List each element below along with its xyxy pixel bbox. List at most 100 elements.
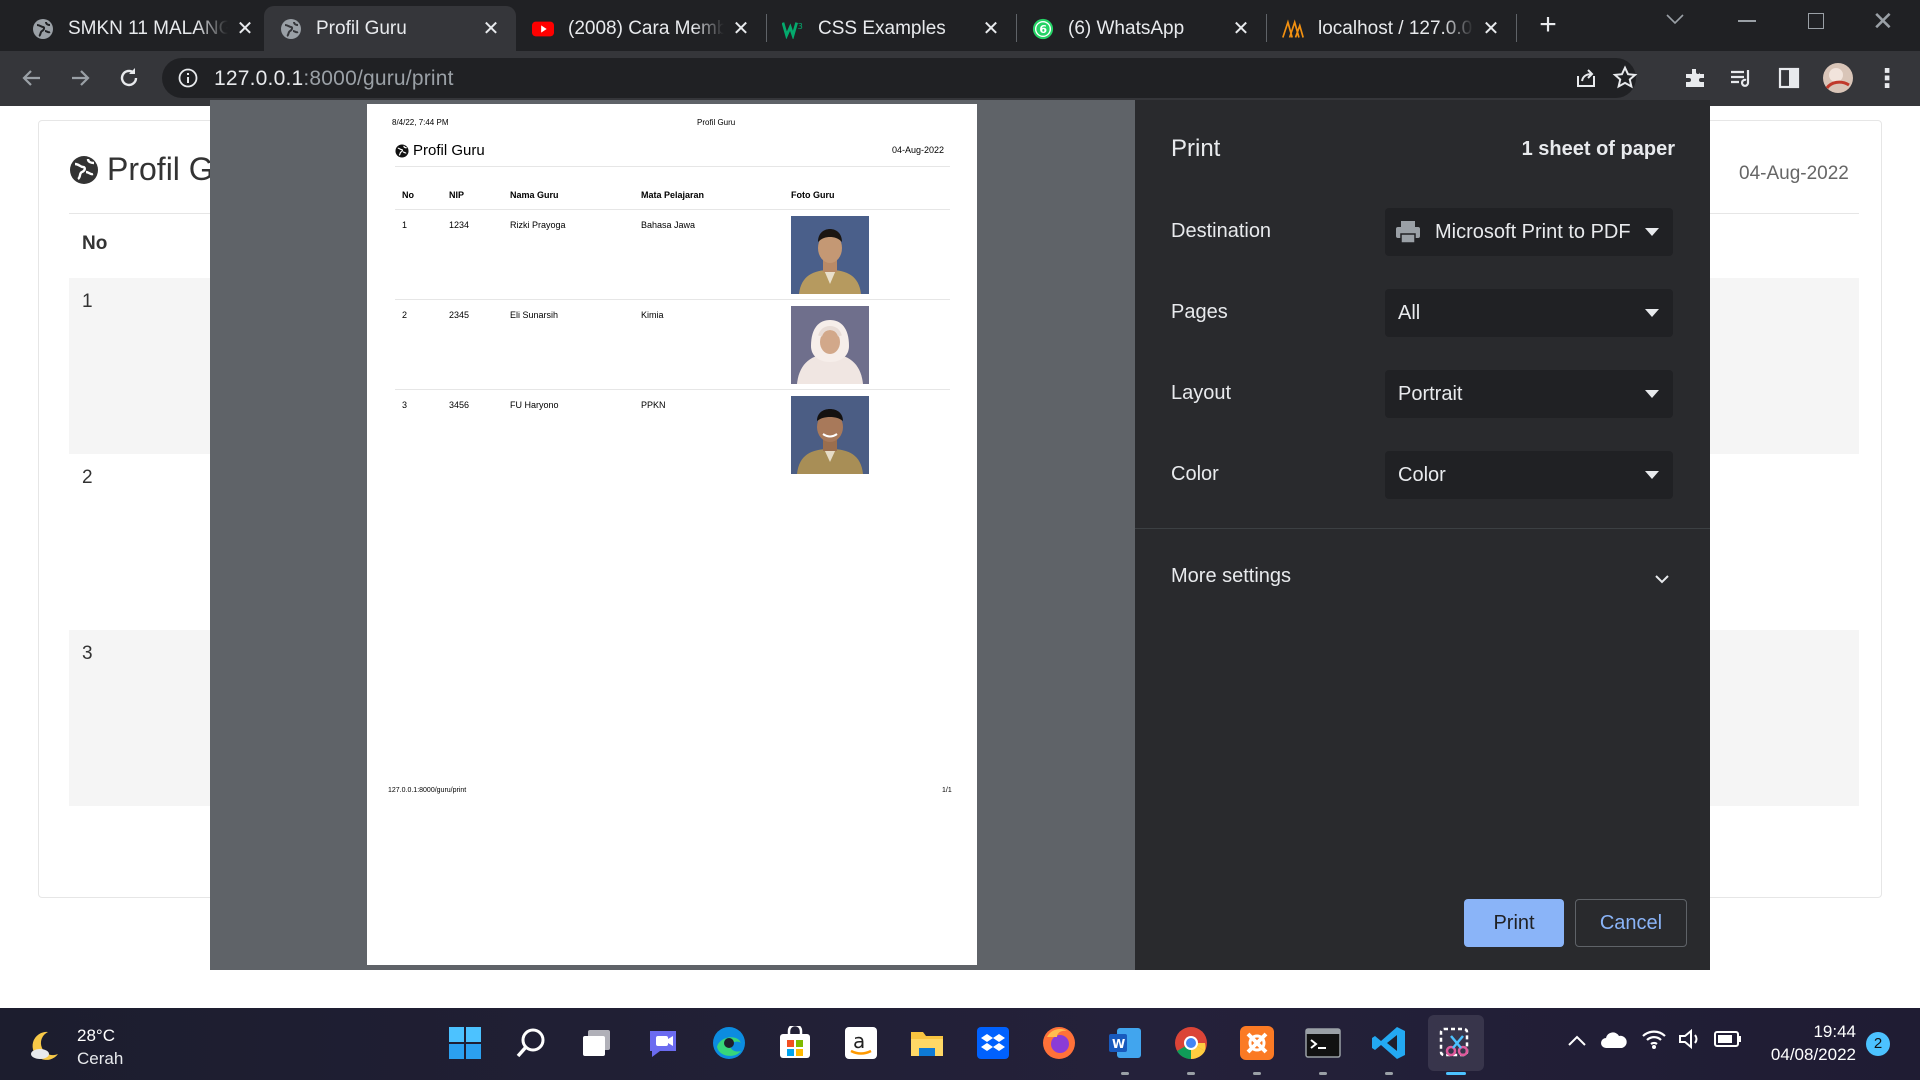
tab-title: (2008) Cara Membu [568,17,724,39]
layout-select[interactable]: Portrait [1385,370,1673,418]
side-panel-icon[interactable] [1770,59,1808,97]
running-indicator [1187,1072,1195,1075]
svg-text:3: 3 [798,21,803,31]
avatar[interactable] [1819,59,1857,97]
tab-css-examples[interactable]: 3 CSS Examples ✕ [766,6,1016,51]
cell-mapel: PPKN [641,400,666,410]
tab-profil-guru[interactable]: Profil Guru ✕ [264,6,516,51]
reading-list-icon[interactable] [1722,59,1760,97]
close-icon[interactable]: ✕ [980,18,1002,40]
battery-icon[interactable] [1714,1031,1742,1052]
tab-strip: SMKN 11 MALANG ✕ Profil Guru ✕ (2008) Ca… [0,0,1920,51]
pages-select[interactable]: All [1385,289,1673,337]
cancel-button[interactable]: Cancel [1575,899,1687,947]
chat-icon[interactable] [642,1022,684,1064]
running-indicator [1385,1072,1393,1075]
layout-value: Portrait [1398,382,1463,405]
tab-title: (6) WhatsApp [1068,17,1185,39]
vscode-icon[interactable] [1368,1022,1410,1064]
xampp-icon[interactable] [1236,1022,1278,1064]
w3schools-icon: 3 [782,18,804,40]
clock-time: 19:44 [1813,1022,1856,1041]
sheet-count: 1 sheet of paper [1521,138,1675,160]
tab-whatsapp[interactable]: 6 (6) WhatsApp ✕ [1016,6,1266,51]
back-icon[interactable] [13,59,51,97]
close-icon[interactable]: ✕ [234,18,256,40]
firefox-icon[interactable] [1038,1022,1080,1064]
dropdown-caret-icon [1645,471,1659,479]
destination-value: Microsoft Print to PDF [1435,220,1631,243]
cell-no: 2 [402,310,408,320]
tab-smkn[interactable]: SMKN 11 MALANG ✕ [16,6,270,51]
teacher-photo [791,396,869,474]
file-explorer-icon[interactable] [906,1022,948,1064]
cell-nama: FU Haryono [510,400,559,410]
close-icon[interactable]: ✕ [1230,18,1252,40]
cell-nama: Rizki Prayoga [510,220,566,230]
running-indicator [1121,1072,1129,1075]
word-icon[interactable]: W [1104,1022,1146,1064]
close-icon[interactable]: ✕ [1480,18,1502,40]
clock[interactable]: 19:44 04/08/2022 [1760,1022,1856,1065]
store-icon[interactable] [774,1022,816,1064]
tab-youtube[interactable]: (2008) Cara Membu ✕ [516,6,766,51]
paper-header-datetime: 8/4/22, 7:44 PM [392,118,449,127]
destination-select[interactable]: Microsoft Print to PDF [1385,208,1673,256]
onedrive-icon[interactable] [1600,1030,1628,1055]
close-icon[interactable]: ✕ [730,18,752,40]
dropdown-caret-icon [1645,309,1659,317]
paper-header-title: Profil Guru [697,118,736,127]
close-icon[interactable]: ✕ [480,18,502,40]
share-icon[interactable] [1574,66,1598,95]
more-settings-toggle[interactable]: More settings [1171,563,1676,593]
snipping-tool-icon[interactable] [1434,1022,1476,1064]
window-close-icon[interactable]: ✕ [1872,6,1900,36]
menu-kebab-icon[interactable]: ⋮ [1868,59,1906,97]
moon-icon [26,1028,62,1069]
edge-icon[interactable] [708,1022,750,1064]
print-dialog: 8/4/22, 7:44 PM Profil Guru Profil Guru … [210,100,1710,970]
dropbox-icon[interactable] [972,1022,1014,1064]
col-nip: NIP [449,190,465,200]
bookmark-star-icon[interactable] [1612,65,1638,96]
weather-widget[interactable]: 28°C Cerah [22,1022,172,1068]
chrome-icon[interactable] [1170,1022,1212,1064]
forward-icon[interactable] [61,59,99,97]
svg-text:W: W [1112,1037,1125,1051]
windows-start-icon[interactable] [444,1022,486,1064]
restore-icon[interactable] [1808,13,1824,29]
notification-badge[interactable]: 2 [1866,1032,1890,1056]
address-bar[interactable]: 127.0.0.1:8000/guru/print [162,58,1638,98]
cell-no: 1 [402,220,408,230]
task-view-icon[interactable] [576,1022,618,1064]
color-value: Color [1398,463,1446,486]
site-info-icon[interactable] [178,68,198,93]
minimize-icon[interactable] [1738,20,1756,22]
print-button[interactable]: Print [1464,899,1564,947]
search-icon[interactable] [510,1022,552,1064]
extensions-icon[interactable] [1676,59,1714,97]
tab-title: Profil Guru [316,17,407,39]
row-no: 2 [82,467,93,488]
col-nama: Nama Guru [510,190,559,200]
teacher-photo [791,216,869,294]
tab-search-chevron-icon[interactable] [1665,12,1695,38]
reload-icon[interactable] [110,59,148,97]
tray-overflow-chevron-icon[interactable] [1567,1034,1587,1053]
amazon-icon[interactable]: a [840,1022,882,1064]
taskbar: 28°C Cerah a W 19:44 04/08/2022 2 [0,1008,1920,1080]
cell-mapel: Kimia [641,310,664,320]
terminal-icon[interactable] [1302,1022,1344,1064]
cell-no: 3 [402,400,408,410]
volume-icon[interactable] [1678,1028,1704,1055]
page-title-wrap: Profil Gu [69,151,231,188]
new-tab-icon[interactable]: + [1532,10,1564,42]
wifi-icon[interactable] [1641,1028,1667,1055]
tab-phpmyadmin[interactable]: localhost / 127.0.0.1 ✕ [1266,6,1516,51]
chevron-down-icon [1654,571,1670,589]
col-mapel: Mata Pelajaran [641,190,705,200]
page-date: 04-Aug-2022 [1739,163,1849,184]
pages-value: All [1398,301,1421,324]
browser-toolbar: 127.0.0.1:8000/guru/print ⋮ [0,51,1920,106]
color-select[interactable]: Color [1385,451,1673,499]
